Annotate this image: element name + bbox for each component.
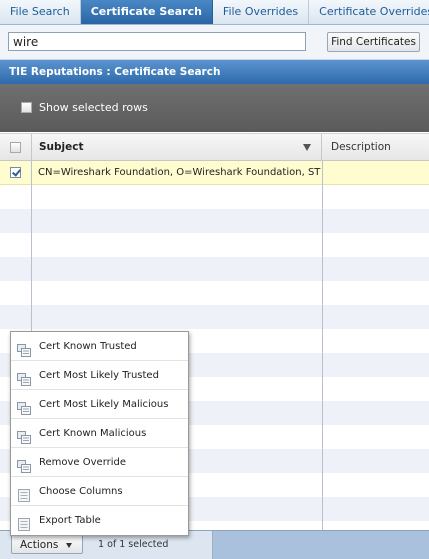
menu-item-label: Choose Columns	[39, 486, 123, 497]
show-selected-label: Show selected rows	[39, 101, 148, 114]
search-bar: Find Certificates	[0, 25, 429, 60]
row-subject: CN=Wireshark Foundation, O=Wireshark Fou…	[38, 167, 321, 178]
menu-item-label: Remove Override	[39, 457, 127, 468]
chevron-down-icon	[66, 543, 72, 548]
sort-desc-icon[interactable]	[303, 144, 311, 151]
column-divider	[322, 161, 323, 548]
column-header-subject[interactable]: Subject	[32, 134, 322, 161]
menu-item-label: Export Table	[39, 515, 101, 526]
actions-button[interactable]: Actions	[11, 535, 83, 554]
table-row[interactable]: CN=Wireshark Foundation, O=Wireshark Fou…	[0, 161, 429, 185]
row-check-cell	[0, 161, 31, 185]
menu-item-label: Cert Known Malicious	[39, 428, 147, 439]
section-title: TIE Reputations : Certificate Search	[0, 60, 429, 84]
empty-row	[0, 185, 429, 209]
empty-row	[0, 305, 429, 329]
override-icon	[17, 398, 31, 415]
list-icon	[17, 485, 31, 502]
override-icon	[17, 369, 31, 386]
actions-menu: Cert Known Trusted Cert Most Likely Trus…	[10, 331, 189, 536]
menu-item-label: Cert Most Likely Malicious	[39, 399, 169, 410]
column-label-subject: Subject	[39, 141, 84, 153]
menu-item-label: Cert Most Likely Trusted	[39, 370, 159, 381]
menu-item-label: Cert Known Trusted	[39, 341, 137, 352]
empty-row	[0, 233, 429, 257]
empty-row	[0, 257, 429, 281]
show-selected-toggle[interactable]: Show selected rows	[21, 101, 148, 114]
grid-header: Subject Description	[0, 133, 429, 161]
empty-row	[0, 209, 429, 233]
menu-item-choose-columns[interactable]: Choose Columns	[11, 477, 188, 506]
override-icon	[17, 340, 31, 357]
menu-item-cert-most-likely-trusted[interactable]: Cert Most Likely Trusted	[11, 361, 188, 390]
menu-item-cert-most-likely-malicious[interactable]: Cert Most Likely Malicious	[11, 390, 188, 419]
tab-file-search[interactable]: File Search	[0, 0, 81, 24]
menu-item-remove-override[interactable]: Remove Override	[11, 448, 188, 477]
options-band: Show selected rows	[0, 84, 429, 132]
tab-certificate-search[interactable]: Certificate Search	[80, 0, 213, 24]
show-selected-checkbox[interactable]	[21, 102, 32, 113]
override-icon	[17, 427, 31, 444]
search-input[interactable]	[8, 32, 306, 51]
menu-item-export-table[interactable]: Export Table	[11, 506, 188, 535]
select-all-checkbox[interactable]	[10, 142, 21, 153]
select-all-cell	[0, 134, 32, 161]
menu-item-cert-known-trusted[interactable]: Cert Known Trusted	[11, 332, 188, 361]
list-icon	[17, 514, 31, 531]
menu-item-cert-known-malicious[interactable]: Cert Known Malicious	[11, 419, 188, 448]
override-icon	[17, 456, 31, 473]
row-checkbox-checked[interactable]	[10, 167, 21, 178]
tab-file-overrides[interactable]: File Overrides	[212, 0, 310, 24]
actions-label: Actions	[20, 538, 59, 551]
empty-row	[0, 281, 429, 305]
tab-bar: File Search Certificate Search File Over…	[0, 0, 429, 25]
find-certificates-button[interactable]: Find Certificates	[327, 32, 420, 52]
column-header-description[interactable]: Description	[323, 134, 429, 161]
tab-certificate-overrides[interactable]: Certificate Overrides	[309, 0, 429, 24]
